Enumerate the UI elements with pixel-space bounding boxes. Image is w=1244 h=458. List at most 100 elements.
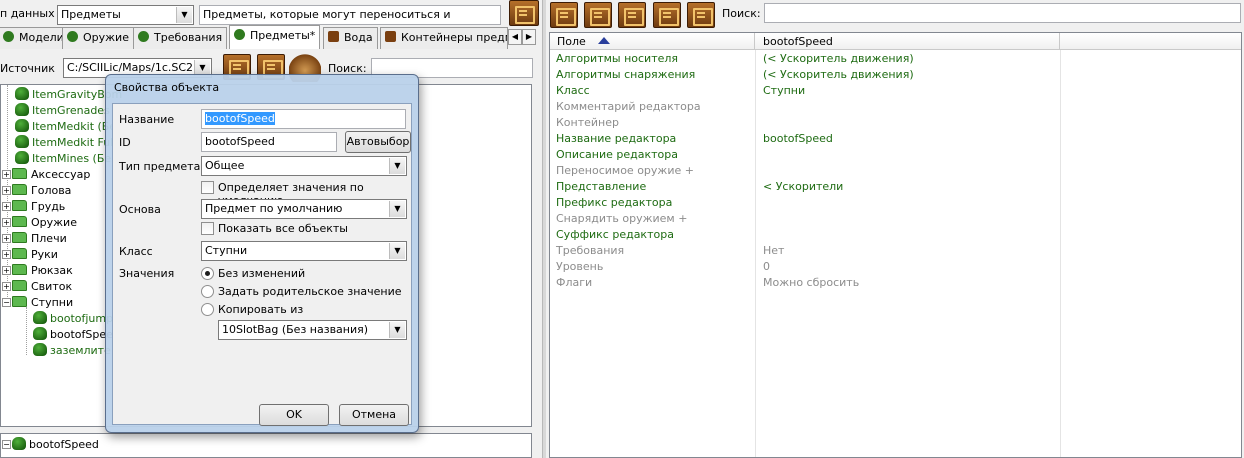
tab-scroll-left-button[interactable]: ◀ [508,29,522,45]
list-view-icon[interactable] [584,2,612,28]
property-row[interactable]: Уровень 0 [550,259,1241,275]
property-value[interactable]: bootofSpeed [763,131,833,147]
property-row[interactable]: Флаги Можно сбросить [550,275,1241,291]
vertical-splitter[interactable] [542,0,546,458]
tree-child-item[interactable]: заземлите [33,343,111,359]
data-type-select[interactable]: Предметы ▼ [57,5,194,25]
right-search-input[interactable] [764,3,1241,23]
radio-copy-from[interactable] [201,303,214,316]
grid-view-icon[interactable] [618,2,646,28]
property-value[interactable]: Можно сбросить [763,275,859,291]
requirements-icon [138,31,149,42]
property-value[interactable]: Нет [763,243,784,259]
cancel-button[interactable]: Отмена [339,404,409,426]
copy-from-select[interactable]: 10SlotBag (Без названия) ▼ [218,320,407,340]
tab-water[interactable]: Вода [323,27,378,49]
folder-label: Свиток [31,280,73,293]
property-row[interactable]: Снарядить оружием + [550,211,1241,227]
property-row[interactable]: Требования Нет [550,243,1241,259]
item-type-select[interactable]: Общее ▼ [201,156,407,176]
property-row[interactable]: Алгоритмы носителя (< Ускоритель движения… [550,51,1241,67]
property-row[interactable]: Контейнер [550,115,1241,131]
property-row[interactable]: Представление < Ускорители [550,179,1241,195]
property-row[interactable]: Префикс редактора [550,195,1241,211]
ok-button[interactable]: OK [259,404,329,426]
property-row[interactable]: Название редактора bootofSpeed [550,131,1241,147]
base-select[interactable]: Предмет по умолчанию ▼ [201,199,407,219]
tree-folder[interactable]: + Оружие [2,215,77,231]
collapse-minus-icon[interactable]: − [2,440,11,449]
bottom-tree[interactable]: − bootofSpeed [0,433,532,458]
tree-item[interactable]: − bootofSpeed [2,437,99,453]
expand-plus-icon[interactable]: + [2,218,11,227]
radio-set-parent[interactable] [201,285,214,298]
expand-plus-icon[interactable]: + [2,250,11,259]
property-value[interactable]: < Ускорители [763,179,843,195]
autoselect-button[interactable]: Автовыбор [345,131,411,153]
description-field[interactable]: Предметы, которые могут переноситься и [199,5,501,25]
id-input[interactable]: bootofSpeed [201,132,337,152]
tree-item[interactable]: ItemMedkit (Бе [15,119,116,135]
tree-item-label: bootofSpeed [29,438,99,451]
folder-label: Ступни [31,296,74,309]
tree-folder[interactable]: + Голова [2,183,71,199]
values-label: Значения [119,267,175,280]
scroll-top-icon[interactable] [509,0,539,26]
expand-plus-icon[interactable]: + [2,170,11,179]
property-row[interactable]: Переносимое оружие + [550,163,1241,179]
tab-models[interactable]: Модели [0,27,69,49]
folder-label: Оружие [31,216,77,229]
chevron-down-icon: ▼ [389,322,405,338]
tree-item[interactable]: ItemMines (Без [15,151,117,167]
tree-item[interactable]: ItemGrenades ( [15,103,118,119]
property-row[interactable]: Комментарий редактора [550,99,1241,115]
tab-items[interactable]: Предметы* [229,25,321,49]
tab-weapons[interactable]: Оружие [62,27,134,49]
property-grid[interactable]: Поле bootofSpeed Алгоритмы носителя (< Ус… [549,32,1242,458]
radio-no-change[interactable] [201,267,214,280]
property-value[interactable]: Ступни [763,83,805,99]
folder-icon [12,248,27,259]
tab-scroll-right-button[interactable]: ▶ [522,29,536,45]
property-row[interactable]: Класс Ступни [550,83,1241,99]
expand-plus-icon[interactable]: + [2,266,11,275]
table-view-icon[interactable] [550,2,578,28]
tree-child-item[interactable]: bootofjump [33,311,113,327]
column-header-value[interactable]: bootofSpeed [756,33,1060,50]
tree-folder[interactable]: + Аксессуар [2,167,90,183]
folder-label: Голова [31,184,72,197]
tree-folder[interactable]: + Рюкзак [2,263,73,279]
collapse-minus-icon[interactable]: − [2,298,11,307]
class-label: Класс [119,245,153,258]
expand-plus-icon[interactable]: + [2,202,11,211]
tree-folder[interactable]: + Плечи [2,231,67,247]
tree-item-label: ItemMedkit Full [32,136,117,149]
name-input[interactable]: bootofSpeed [201,109,406,129]
property-field-name: Суффикс редактора [556,228,674,241]
property-value[interactable]: 0 [763,259,770,275]
property-row[interactable]: Описание редактора [550,147,1241,163]
tree-folder[interactable]: + Свиток [2,279,72,295]
filter-icon[interactable] [653,2,681,28]
defines-defaults-checkbox[interactable] [201,181,214,194]
show-all-checkbox[interactable] [201,222,214,235]
tab-label: Оружие [83,31,129,44]
expand-plus-icon[interactable]: + [2,234,11,243]
property-row[interactable]: Суффикс редактора [550,227,1241,243]
expand-plus-icon[interactable]: + [2,282,11,291]
tree-folder[interactable]: + Руки [2,247,58,263]
folder-icon [12,232,27,243]
column-header-field[interactable]: Поле [550,33,755,50]
expand-plus-icon[interactable]: + [2,186,11,195]
tree-folder[interactable]: − Ступни [2,295,73,311]
tab-item-containers[interactable]: Контейнеры предме [380,27,508,49]
tab-requirements[interactable]: Требования [133,27,228,49]
property-row[interactable]: Алгоритмы снаряжения (< Ускоритель движен… [550,67,1241,83]
class-select[interactable]: Ступни ▼ [201,241,407,261]
tree-child-item-selected[interactable]: bootofSpee [33,327,113,343]
tree-folder[interactable]: + Грудь [2,199,65,215]
tree-item[interactable]: ItemMedkit Full [15,135,116,151]
sort-icon[interactable] [687,2,715,28]
property-value[interactable]: (< Ускоритель движения) [763,51,914,67]
property-value[interactable]: (< Ускоритель движения) [763,67,914,83]
